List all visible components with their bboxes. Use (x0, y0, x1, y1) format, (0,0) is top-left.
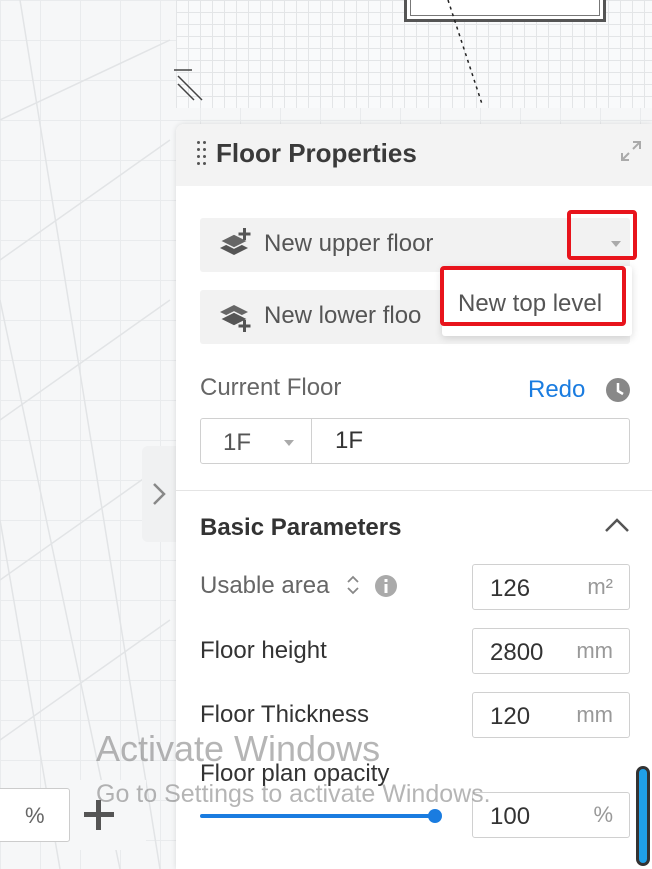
section-divider (176, 490, 652, 491)
sort-icon[interactable] (346, 573, 360, 597)
chevron-down-icon[interactable] (283, 439, 295, 447)
activation-watermark-title: Activate Windows (96, 728, 381, 769)
scrollbar-thumb[interactable] (636, 766, 650, 866)
stair-symbol-icon (174, 69, 203, 101)
info-icon[interactable] (374, 574, 398, 598)
new-lower-floor-label: New lower floo (264, 302, 422, 329)
floor-height-value: 2800 (490, 639, 544, 666)
floor-thickness-label: Floor Thickness (200, 701, 369, 728)
layer-add-up-icon (218, 228, 251, 255)
usable-area-label: Usable area (200, 572, 330, 599)
floor-height-unit: mm (576, 638, 613, 663)
floor-plan-dimension-line (447, 0, 483, 105)
panel-collapse-tab[interactable] (142, 446, 176, 542)
floor-thickness-value: 120 (490, 703, 531, 730)
activation-watermark-subtitle: Go to Settings to activate Windows. (96, 780, 491, 808)
usable-area-field[interactable]: 126 m² (472, 564, 630, 610)
dropdown-highlight (567, 210, 637, 260)
history-clock-icon[interactable] (605, 377, 631, 403)
zoom-percent-input[interactable]: % (0, 788, 70, 842)
panel-title: Floor Properties (216, 138, 417, 168)
expand-icon[interactable] (620, 140, 642, 162)
current-floor-label: Current Floor (200, 374, 342, 401)
floor-name-input[interactable]: 1F (335, 427, 363, 455)
floor-thickness-unit: mm (576, 702, 613, 727)
floor-select[interactable]: 1F (223, 429, 251, 457)
opacity-slider-track[interactable] (200, 814, 434, 818)
opacity-slider-thumb[interactable] (428, 809, 442, 823)
floor-height-label: Floor height (200, 637, 327, 664)
basic-parameters-title: Basic Parameters (200, 514, 402, 541)
floor-height-field[interactable]: 2800 mm (472, 628, 630, 674)
usable-area-unit: m² (587, 574, 613, 599)
redo-link[interactable]: Redo (528, 376, 585, 404)
opacity-unit: % (593, 802, 613, 827)
option-highlight (440, 266, 626, 326)
zoom-unit: % (25, 803, 45, 828)
floor-thickness-field[interactable]: 120 mm (472, 692, 630, 738)
opacity-field[interactable]: 100 % (472, 792, 630, 838)
chevron-right-icon (153, 483, 166, 505)
new-upper-floor-label: New upper floor (264, 230, 434, 257)
new-upper-floor-button[interactable]: New upper floor (200, 218, 630, 272)
floor-plan-room[interactable] (404, 0, 606, 22)
opacity-value: 100 (490, 803, 531, 830)
layer-add-down-icon (218, 305, 251, 332)
panel-header[interactable]: Floor Properties (176, 124, 652, 186)
usable-area-value: 126 (490, 575, 531, 602)
chevron-up-icon[interactable] (604, 516, 630, 534)
drag-handle-icon[interactable] (196, 140, 208, 168)
current-floor-selector: 1F 1F (200, 418, 630, 464)
